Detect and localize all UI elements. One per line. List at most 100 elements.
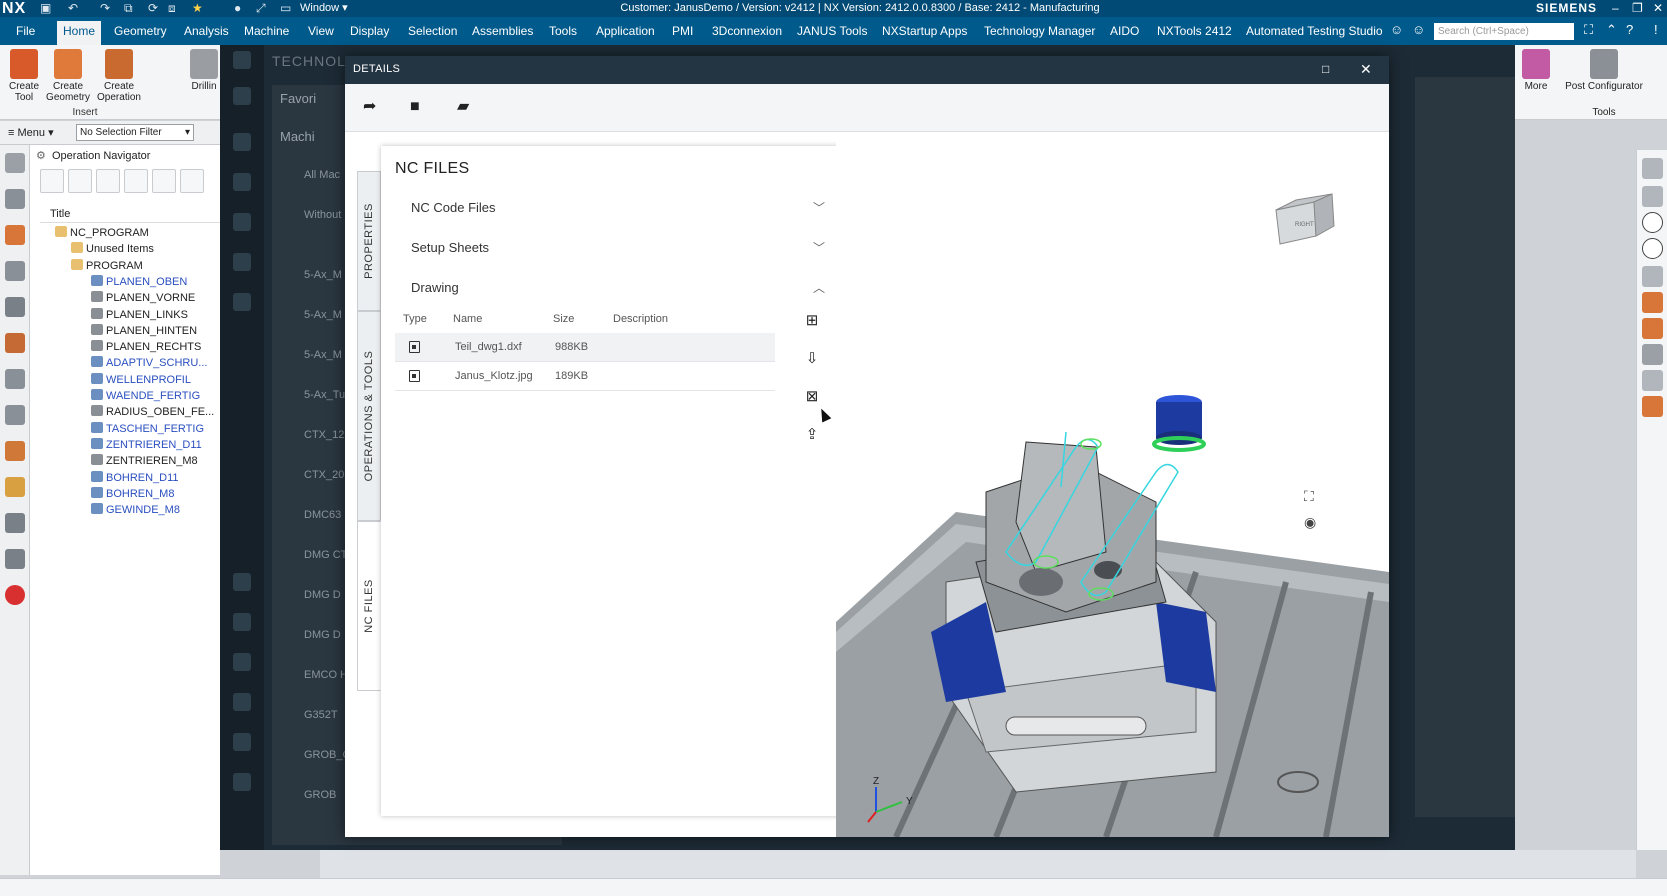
machine-tool-icon[interactable] bbox=[5, 261, 25, 281]
verify-icon[interactable] bbox=[1642, 292, 1663, 313]
create-tool-button[interactable]: Create Tool bbox=[4, 49, 44, 103]
layout-icon[interactable] bbox=[1642, 158, 1663, 179]
minimize-icon[interactable]: – bbox=[1612, 0, 1619, 17]
tree-operation-item[interactable]: PLANEN_OBEN bbox=[91, 274, 187, 290]
folder-open-icon[interactable]: ▰ bbox=[457, 98, 469, 116]
upload-icon[interactable]: ⇪ bbox=[801, 424, 823, 446]
delete-icon[interactable] bbox=[180, 169, 204, 193]
tab-properties[interactable]: PROPERTIES bbox=[357, 171, 381, 311]
settings-icon[interactable] bbox=[5, 153, 25, 173]
program-order-view-icon[interactable] bbox=[40, 169, 64, 193]
star-icon[interactable]: ★ bbox=[192, 1, 203, 16]
fit-view-icon[interactable]: ⛶ bbox=[1304, 488, 1314, 505]
tree-group-item[interactable]: Unused Items bbox=[71, 241, 154, 257]
close-icon[interactable]: ✕ bbox=[1653, 0, 1663, 17]
more-button[interactable]: More bbox=[1516, 49, 1556, 92]
undo-icon[interactable]: ↶ bbox=[68, 1, 78, 16]
drilling-button[interactable]: Drillin bbox=[186, 49, 222, 92]
restore-icon[interactable]: ❐ bbox=[1632, 0, 1643, 17]
feedback-icon[interactable]: ☺ bbox=[1412, 22, 1425, 38]
tree-group-item[interactable]: NC_PROGRAM bbox=[55, 225, 149, 241]
dialog-close-icon[interactable]: ✕ bbox=[1360, 61, 1372, 77]
tree-operation-item[interactable]: ZENTRIEREN_M8 bbox=[91, 453, 198, 469]
library-icon[interactable] bbox=[5, 333, 25, 353]
visibility-icon[interactable] bbox=[1642, 370, 1663, 391]
tab-application[interactable]: Application bbox=[596, 23, 655, 39]
smiley-icon[interactable]: ☺ bbox=[1390, 22, 1403, 38]
tab-display[interactable]: Display bbox=[350, 23, 389, 39]
tab-geometry[interactable]: Geometry bbox=[114, 23, 167, 39]
command-search-input[interactable]: Search (Ctrl+Space) bbox=[1434, 23, 1574, 40]
tab-analysis[interactable]: Analysis bbox=[184, 23, 229, 39]
tab-technology-manager[interactable]: Technology Manager bbox=[984, 23, 1095, 39]
tree-operation-item[interactable]: ADAPTIV_SCHRU... bbox=[91, 355, 207, 371]
tree-operation-item[interactable]: GEWINDE_M8 bbox=[91, 502, 180, 518]
snap-icon[interactable]: ⤢ bbox=[256, 1, 266, 16]
tab-janus-tools[interactable]: JANUS Tools bbox=[797, 23, 867, 39]
method-view-icon[interactable] bbox=[124, 169, 148, 193]
part-navigator-icon[interactable] bbox=[5, 189, 25, 209]
tree-operation-item[interactable]: RADIUS_OBEN_FE... bbox=[91, 404, 214, 420]
tab-nxtools-2412[interactable]: NXTools 2412 bbox=[1157, 23, 1232, 39]
collapse-ribbon-icon[interactable]: ⌃ bbox=[1606, 22, 1617, 38]
save-icon[interactable]: ▣ bbox=[40, 1, 51, 16]
redo-icon[interactable]: ↷ bbox=[100, 1, 110, 16]
tree-operation-item[interactable]: BOHREN_M8 bbox=[91, 486, 174, 502]
alert-icon[interactable]: ! bbox=[1654, 22, 1658, 38]
window-dropdown[interactable]: Window ▾ bbox=[300, 1, 348, 16]
tab-operations-tools[interactable]: OPERATIONS & TOOLS bbox=[357, 311, 381, 521]
reuse-icon[interactable] bbox=[5, 441, 25, 461]
operation-navigator-icon[interactable] bbox=[5, 225, 25, 245]
tree-operation-item[interactable]: WAENDE_FERTIG bbox=[91, 388, 200, 404]
help-icon[interactable]: ? bbox=[1626, 22, 1633, 38]
tree-group-item[interactable]: PROGRAM bbox=[71, 258, 143, 274]
section-nc-code-files[interactable]: NC Code Files ﹀ bbox=[395, 188, 835, 228]
download-file-icon[interactable]: ⇩ bbox=[801, 348, 823, 370]
section-drawing[interactable]: Drawing ︿ bbox=[395, 268, 835, 308]
tab-nc-files[interactable]: NC FILES bbox=[357, 521, 381, 691]
tab-selection[interactable]: Selection bbox=[408, 23, 457, 39]
table-row[interactable]: Janus_Klotz.jpg 189KB bbox=[395, 362, 775, 391]
roles-icon[interactable] bbox=[5, 405, 25, 425]
remove-file-icon[interactable]: ⊠ bbox=[801, 386, 823, 408]
fullscreen-icon[interactable]: ⛶ bbox=[1584, 22, 1593, 38]
tool-path-icon[interactable] bbox=[1642, 396, 1663, 417]
process-icon[interactable] bbox=[5, 369, 25, 389]
clock-icon[interactable] bbox=[5, 513, 25, 533]
share-icon[interactable]: ➦ bbox=[363, 98, 376, 116]
tab-machine[interactable]: Machine bbox=[244, 23, 289, 39]
tab-nxstartup-apps[interactable]: NXStartup Apps bbox=[882, 23, 967, 39]
machine-tool-view-icon[interactable] bbox=[68, 169, 92, 193]
selection-filter-dropdown[interactable]: No Selection Filter ▾ bbox=[76, 124, 194, 141]
create-operation-button[interactable]: Create Operation bbox=[94, 49, 144, 103]
aido-icon[interactable] bbox=[5, 585, 25, 605]
maximize-icon[interactable]: □ bbox=[1322, 61, 1329, 77]
section-setup-sheets[interactable]: Setup Sheets ﹀ bbox=[395, 228, 835, 268]
layer-icon[interactable]: ⧈ bbox=[168, 1, 176, 16]
tree-operation-item[interactable]: TASCHEN_FERTIG bbox=[91, 421, 204, 437]
repeat-icon[interactable]: ⟳ bbox=[148, 1, 158, 16]
tree-operation-item[interactable]: BOHREN_D11 bbox=[91, 470, 179, 486]
tree-operation-item[interactable]: PLANEN_LINKS bbox=[91, 307, 188, 323]
step-icon[interactable] bbox=[1642, 238, 1663, 259]
box-icon[interactable] bbox=[1642, 266, 1663, 287]
window-icon[interactable]: ▭ bbox=[280, 1, 291, 16]
measure-icon[interactable] bbox=[1642, 344, 1663, 365]
tree-operation-item[interactable]: PLANEN_VORNE bbox=[91, 290, 195, 306]
tab-3dconnexion[interactable]: 3Dconnexion bbox=[712, 23, 782, 39]
history-icon[interactable] bbox=[5, 297, 25, 317]
tree-operation-item[interactable]: ZENTRIEREN_D11 bbox=[91, 437, 202, 453]
tab-file[interactable]: File bbox=[16, 23, 35, 39]
geometry-view-icon[interactable] bbox=[96, 169, 120, 193]
tab-pmi[interactable]: PMI bbox=[672, 23, 693, 39]
tree-operation-item[interactable]: PLANEN_RECHTS bbox=[91, 339, 201, 355]
tab-assemblies[interactable]: Assemblies bbox=[472, 23, 533, 39]
tab-home[interactable]: Home bbox=[57, 21, 102, 45]
play-icon[interactable] bbox=[1642, 212, 1663, 233]
tools-icon[interactable] bbox=[5, 549, 25, 569]
create-geometry-button[interactable]: Create Geometry bbox=[46, 49, 90, 103]
microphone-icon[interactable]: ● bbox=[234, 1, 241, 16]
eye-icon[interactable]: ◉ bbox=[1304, 514, 1316, 531]
tree-operation-item[interactable]: PLANEN_HINTEN bbox=[91, 323, 197, 339]
tab-tools[interactable]: Tools bbox=[549, 23, 577, 39]
